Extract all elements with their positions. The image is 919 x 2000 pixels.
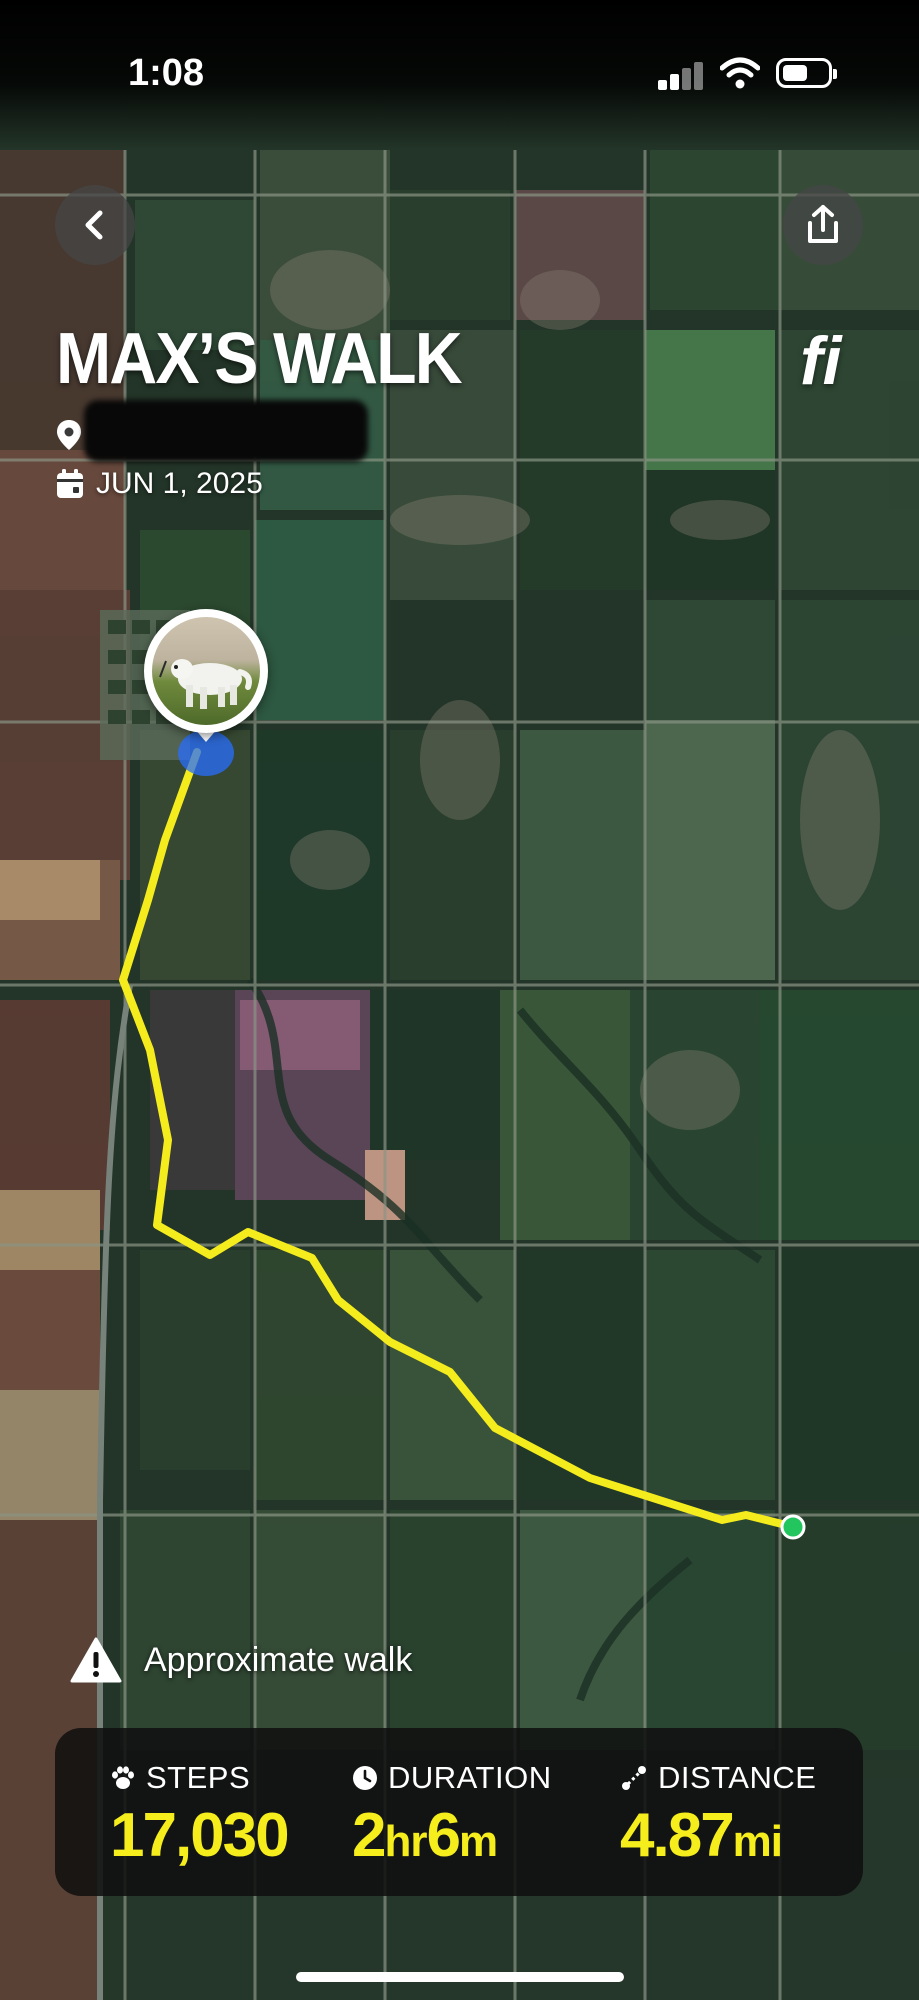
duration-value: 2hr6m bbox=[352, 1801, 498, 1870]
map-imagery bbox=[0, 0, 919, 2000]
back-button[interactable] bbox=[55, 185, 135, 265]
back-icon bbox=[85, 210, 103, 240]
pet-avatar-marker[interactable] bbox=[144, 609, 268, 733]
steps-label: STEPS bbox=[146, 1760, 251, 1795]
approximate-walk-notice: Approximate walk bbox=[70, 1637, 412, 1683]
duration-stat: DURATION 2hr6m bbox=[352, 1760, 552, 1871]
satellite-map[interactable] bbox=[0, 0, 919, 2000]
location-row bbox=[56, 410, 82, 460]
brand-logo: fi bbox=[800, 323, 842, 399]
approximate-walk-label: Approximate walk bbox=[144, 1640, 413, 1679]
cellular-signal-icon bbox=[658, 60, 704, 90]
distance-label: DISTANCE bbox=[658, 1760, 817, 1795]
page-title: MAX’S WALK bbox=[56, 319, 463, 399]
share-button[interactable] bbox=[783, 185, 863, 265]
walk-date: JUN 1, 2025 bbox=[96, 467, 263, 500]
distance-value: 4.87mi bbox=[620, 1801, 783, 1870]
status-time: 1:08 bbox=[128, 52, 205, 94]
distance-stat: DISTANCE 4.87mi bbox=[620, 1760, 816, 1871]
distance-icon bbox=[622, 1766, 646, 1790]
clock-icon bbox=[353, 1766, 377, 1790]
location-redacted bbox=[84, 400, 368, 462]
steps-stat: STEPS 17,030 bbox=[110, 1760, 290, 1871]
pet-photo bbox=[152, 617, 260, 725]
wifi-icon bbox=[720, 57, 760, 89]
location-pin-icon bbox=[57, 420, 81, 450]
walk-summary-screen: 1:08 MAX’S WALK fi JUN 1, 2025 Approxima… bbox=[0, 0, 919, 2000]
warning-icon bbox=[70, 1637, 122, 1683]
share-icon bbox=[808, 205, 838, 243]
status-bar: 1:08 bbox=[0, 0, 919, 150]
calendar-icon bbox=[57, 469, 83, 498]
date-row: JUN 1, 2025 bbox=[56, 462, 263, 506]
end-marker bbox=[780, 1514, 806, 1540]
home-indicator[interactable] bbox=[296, 1972, 624, 1982]
duration-label: DURATION bbox=[388, 1760, 552, 1795]
stats-card: STEPS 17,030 DURATION 2hr6m DISTANCE 4.8… bbox=[55, 1728, 863, 1896]
paw-icon bbox=[112, 1766, 134, 1789]
steps-value: 17,030 bbox=[110, 1801, 290, 1870]
battery-icon bbox=[776, 58, 837, 88]
